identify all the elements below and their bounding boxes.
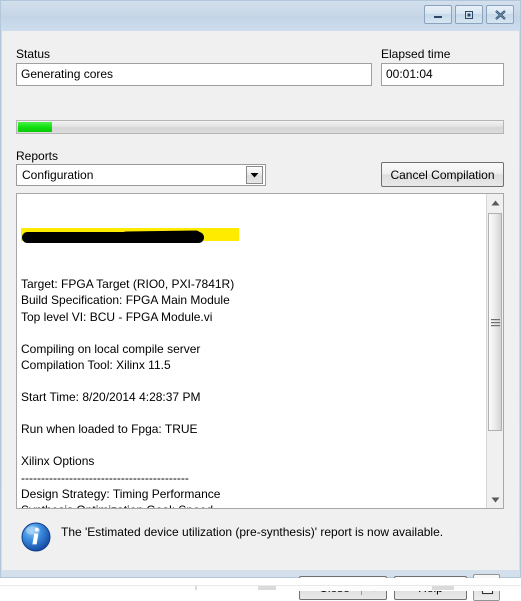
compilation-log-text: Target: FPGA Target (RIO0, PXI-7841R) Bui… bbox=[21, 196, 471, 508]
log-line: Xilinx Options bbox=[21, 454, 95, 469]
log-line: Start Time: 8/20/2014 4:28:37 PM bbox=[21, 390, 201, 405]
log-line: Compiling on local compile server bbox=[21, 341, 201, 356]
scrollbar-track[interactable] bbox=[487, 211, 503, 491]
elapsed-time-field: 00:01:04 bbox=[381, 63, 504, 86]
taskbar-mark bbox=[195, 586, 197, 590]
info-message-text: The 'Estimated device utilization (pre-s… bbox=[61, 525, 444, 539]
window-title-bar[interactable] bbox=[1, 1, 520, 31]
scroll-up-button[interactable] bbox=[487, 194, 503, 211]
close-window-button[interactable] bbox=[486, 5, 514, 24]
scroll-down-button[interactable] bbox=[487, 491, 503, 508]
log-line: Run when loaded to Fpga: TRUE bbox=[21, 422, 198, 437]
compilation-log-panel[interactable]: Target: FPGA Target (RIO0, PXI-7841R) Bui… bbox=[16, 193, 504, 509]
minimize-button[interactable] bbox=[424, 5, 452, 24]
log-vertical-scrollbar[interactable] bbox=[486, 194, 503, 508]
reports-selected-value: Configuration bbox=[22, 168, 94, 182]
scrollbar-thumb[interactable] bbox=[488, 213, 502, 431]
log-line: Build Specification: FPGA Main Module bbox=[21, 293, 230, 308]
cancel-compilation-button[interactable]: Cancel Compilation bbox=[381, 162, 504, 187]
dialog-client-area: Status Generating cores Elapsed time 00:… bbox=[2, 31, 519, 601]
maximize-button[interactable] bbox=[455, 5, 483, 24]
taskbar-mark bbox=[432, 586, 454, 590]
info-icon bbox=[21, 522, 51, 552]
caret-down-icon bbox=[491, 497, 499, 502]
chevron-down-icon bbox=[250, 173, 259, 178]
reports-label: Reports bbox=[16, 149, 59, 163]
close-icon bbox=[494, 9, 506, 20]
log-line: Compilation Tool: Xilinx 11.5 bbox=[21, 357, 171, 372]
minimize-icon bbox=[434, 15, 442, 18]
reports-dropdown-button[interactable] bbox=[246, 166, 263, 184]
grip-lines-icon bbox=[490, 318, 500, 326]
compilation-progress-bar bbox=[16, 120, 504, 134]
log-line: ----------------------------------------… bbox=[21, 470, 189, 485]
compilation-status-window: Status Generating cores Elapsed time 00:… bbox=[0, 0, 521, 601]
log-line-list: Target: FPGA Target (RIO0, PXI-7841R) Bui… bbox=[21, 276, 471, 508]
status-field: Generating cores bbox=[16, 63, 372, 86]
redacted-log-line bbox=[21, 228, 471, 244]
progress-bar-fill bbox=[18, 122, 52, 132]
log-line: Top level VI: BCU - FPGA Module.vi bbox=[21, 309, 213, 324]
reports-select[interactable]: Configuration bbox=[16, 164, 266, 186]
log-line: Target: FPGA Target (RIO0, PXI-7841R) bbox=[21, 277, 235, 292]
log-line: Design Strategy: Timing Performance bbox=[21, 486, 221, 501]
redaction-bar-stroke bbox=[120, 230, 202, 243]
elapsed-time-label: Elapsed time bbox=[381, 47, 451, 61]
caret-up-icon bbox=[491, 200, 499, 205]
maximize-icon bbox=[465, 10, 473, 19]
info-message-row: The 'Estimated device utilization (pre-s… bbox=[16, 517, 504, 559]
taskbar-mark bbox=[258, 586, 276, 590]
status-label: Status bbox=[16, 47, 51, 61]
window-controls bbox=[424, 5, 514, 24]
log-line: Synthesis Optimization Goal: Speed bbox=[21, 502, 471, 508]
